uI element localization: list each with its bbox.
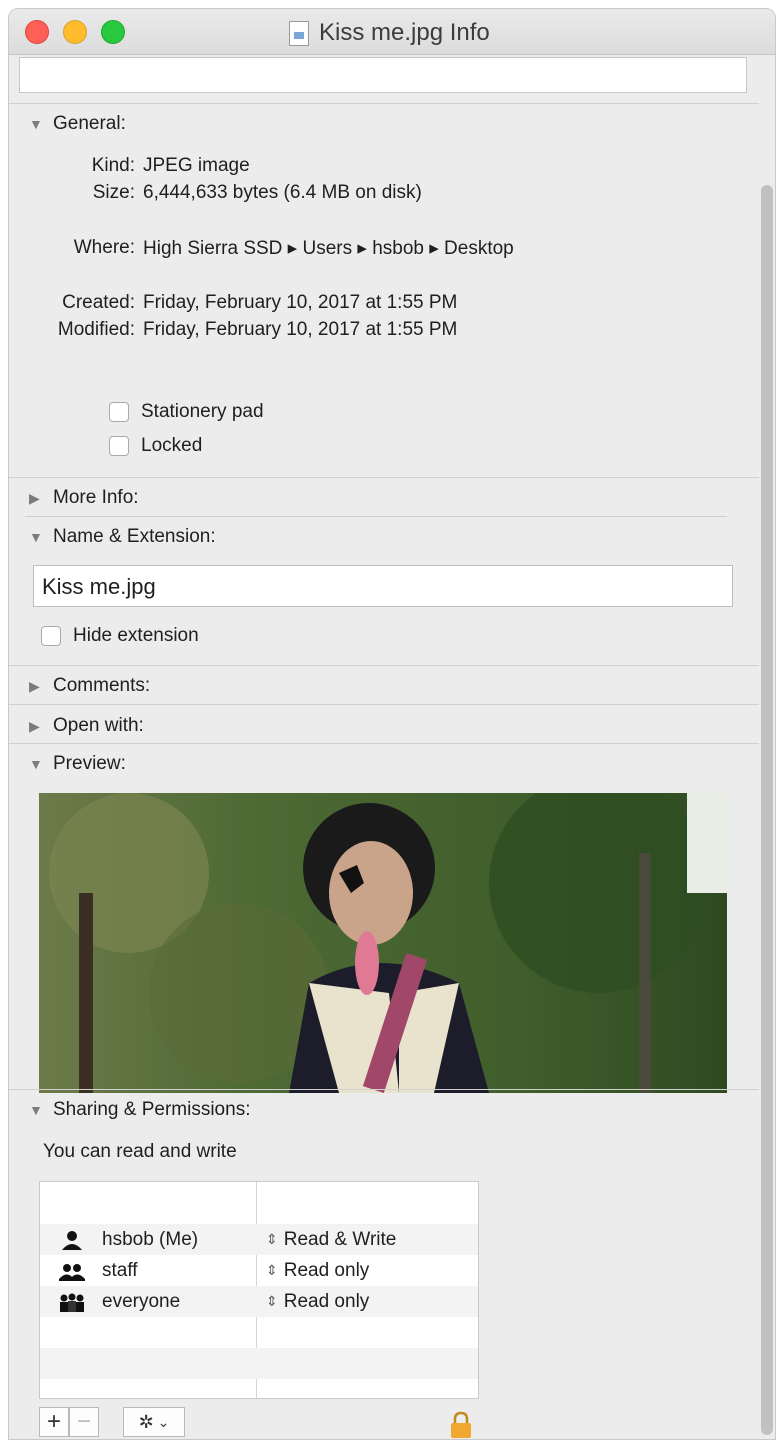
- where-value: High Sierra SSD ▸ Users ▸ hsbob ▸ Deskto…: [143, 238, 514, 259]
- info-content: ▼ General: Kind: JPEG image Size: 6,444,…: [9, 55, 761, 1439]
- locked-label: Locked: [141, 435, 203, 456]
- add-user-button[interactable]: +: [39, 1407, 69, 1437]
- created-label: Created:: [62, 292, 135, 313]
- updown-arrows-icon: ⇕: [266, 1231, 278, 1247]
- kind-label: Kind:: [91, 155, 135, 176]
- permission-summary: You can read and write: [43, 1141, 237, 1162]
- image-preview: [39, 793, 727, 1093]
- hide-extension-checkbox[interactable]: [41, 626, 61, 646]
- section-more-info-label: More Info:: [53, 487, 139, 508]
- privilege-value: Read only: [283, 1259, 370, 1281]
- section-general[interactable]: ▼ General:: [29, 113, 126, 135]
- stationery-pad-option[interactable]: Stationery pad: [109, 401, 264, 423]
- remove-user-button[interactable]: −: [69, 1407, 99, 1437]
- size-label: Size:: [92, 182, 135, 203]
- permission-user-name: everyone: [102, 1290, 181, 1312]
- divider: [9, 704, 761, 705]
- privilege-popup[interactable]: ⇕ Read only: [266, 1260, 369, 1282]
- privilege-value: Read only: [283, 1290, 370, 1312]
- created-value: Friday, February 10, 2017 at 1:55 PM: [143, 292, 458, 313]
- size-value: 6,444,633 bytes (6.4 MB on disk): [143, 182, 422, 203]
- kind-row: Kind: JPEG image: [19, 155, 250, 177]
- permissions-toolbar: + − ✲ ⌄: [39, 1407, 185, 1437]
- everyone-icon: [60, 1293, 84, 1312]
- where-label: Where:: [73, 237, 135, 258]
- table-row-empty: [40, 1317, 478, 1348]
- created-row: Created: Friday, February 10, 2017 at 1:…: [19, 292, 457, 314]
- updown-arrows-icon: ⇕: [266, 1262, 278, 1278]
- chevron-down-icon: ⌄: [157, 1413, 170, 1430]
- section-comments-label: Comments:: [53, 675, 151, 696]
- section-preview[interactable]: ▼ Preview:: [29, 753, 126, 775]
- close-button[interactable]: [25, 20, 49, 44]
- table-row[interactable]: staff ⇕ Read only: [40, 1255, 478, 1286]
- divider: [25, 516, 727, 517]
- section-preview-label: Preview:: [53, 753, 126, 774]
- section-more-info[interactable]: ▶ More Info:: [29, 487, 139, 509]
- modified-value: Friday, February 10, 2017 at 1:55 PM: [143, 319, 458, 340]
- privilege-popup[interactable]: ⇕ Read only: [266, 1291, 369, 1313]
- table-row[interactable]: hsbob (Me) ⇕ Read & Write: [40, 1224, 478, 1255]
- divider: [9, 665, 761, 666]
- section-open-with[interactable]: ▶ Open with:: [29, 715, 144, 737]
- section-sharing-permissions[interactable]: ▼ Sharing & Permissions:: [29, 1099, 250, 1121]
- info-window: Kiss me.jpg Info ▼ General: Kind: JPEG i…: [8, 8, 776, 1440]
- stationery-pad-label: Stationery pad: [141, 401, 264, 422]
- modified-label: Modified:: [57, 319, 135, 340]
- section-general-label: General:: [53, 113, 126, 134]
- group-icon: [59, 1263, 85, 1281]
- zoom-button[interactable]: [101, 20, 125, 44]
- window-title: Kiss me.jpg Info: [289, 19, 490, 47]
- photo-illustration: [39, 793, 727, 1093]
- privilege-popup[interactable]: ⇕ Read & Write: [266, 1229, 396, 1251]
- permissions-table: hsbob (Me) ⇕ Read & Write staff ⇕ Read o…: [39, 1181, 479, 1399]
- section-sharing-label: Sharing & Permissions:: [53, 1099, 251, 1120]
- section-open-with-label: Open with:: [53, 715, 144, 736]
- table-row-empty: [40, 1348, 478, 1379]
- disclosure-open-icon: ▼: [29, 1102, 43, 1118]
- table-row[interactable]: everyone ⇕ Read only: [40, 1286, 478, 1317]
- title-bar: Kiss me.jpg Info: [9, 9, 775, 55]
- disclosure-closed-icon: ▶: [29, 677, 40, 694]
- window-title-text: Kiss me.jpg Info: [319, 19, 490, 46]
- stationery-pad-checkbox[interactable]: [109, 402, 129, 422]
- where-row: Where: High Sierra SSD ▸ Users ▸ hsbob ▸…: [19, 237, 514, 260]
- gear-icon: ✲: [138, 1411, 154, 1432]
- hide-extension-option[interactable]: Hide extension: [41, 625, 199, 647]
- jpeg-document-icon: [289, 20, 309, 46]
- divider: [9, 743, 761, 744]
- lock-icon[interactable]: [449, 1411, 473, 1439]
- disclosure-closed-icon: ▶: [29, 717, 40, 734]
- scrollbar-thumb[interactable]: [761, 185, 773, 1435]
- section-name-extension[interactable]: ▼ Name & Extension:: [29, 526, 216, 548]
- section-name-extension-label: Name & Extension:: [53, 526, 216, 547]
- disclosure-open-icon: ▼: [29, 116, 43, 132]
- disclosure-open-icon: ▼: [29, 529, 43, 545]
- divider: [9, 477, 761, 478]
- locked-option[interactable]: Locked: [109, 435, 202, 457]
- permission-user-name: hsbob (Me): [102, 1228, 199, 1250]
- locked-checkbox[interactable]: [109, 436, 129, 456]
- section-comments[interactable]: ▶ Comments:: [29, 675, 150, 697]
- kind-value: JPEG image: [143, 155, 250, 176]
- size-row: Size: 6,444,633 bytes (6.4 MB on disk): [19, 182, 422, 204]
- updown-arrows-icon: ⇕: [266, 1293, 278, 1309]
- divider: [9, 103, 761, 104]
- permission-user-name: staff: [102, 1259, 138, 1281]
- divider: [9, 1089, 761, 1090]
- tags-field[interactable]: [19, 57, 747, 93]
- privilege-value: Read & Write: [283, 1228, 397, 1250]
- minimize-button[interactable]: [63, 20, 87, 44]
- filename-input[interactable]: Kiss me.jpg: [33, 565, 733, 607]
- action-menu-button[interactable]: ✲ ⌄: [123, 1407, 185, 1437]
- disclosure-open-icon: ▼: [29, 756, 43, 772]
- disclosure-closed-icon: ▶: [29, 489, 40, 506]
- hide-extension-label: Hide extension: [73, 625, 199, 646]
- modified-row: Modified: Friday, February 10, 2017 at 1…: [19, 319, 457, 341]
- single-user-icon: [62, 1230, 82, 1250]
